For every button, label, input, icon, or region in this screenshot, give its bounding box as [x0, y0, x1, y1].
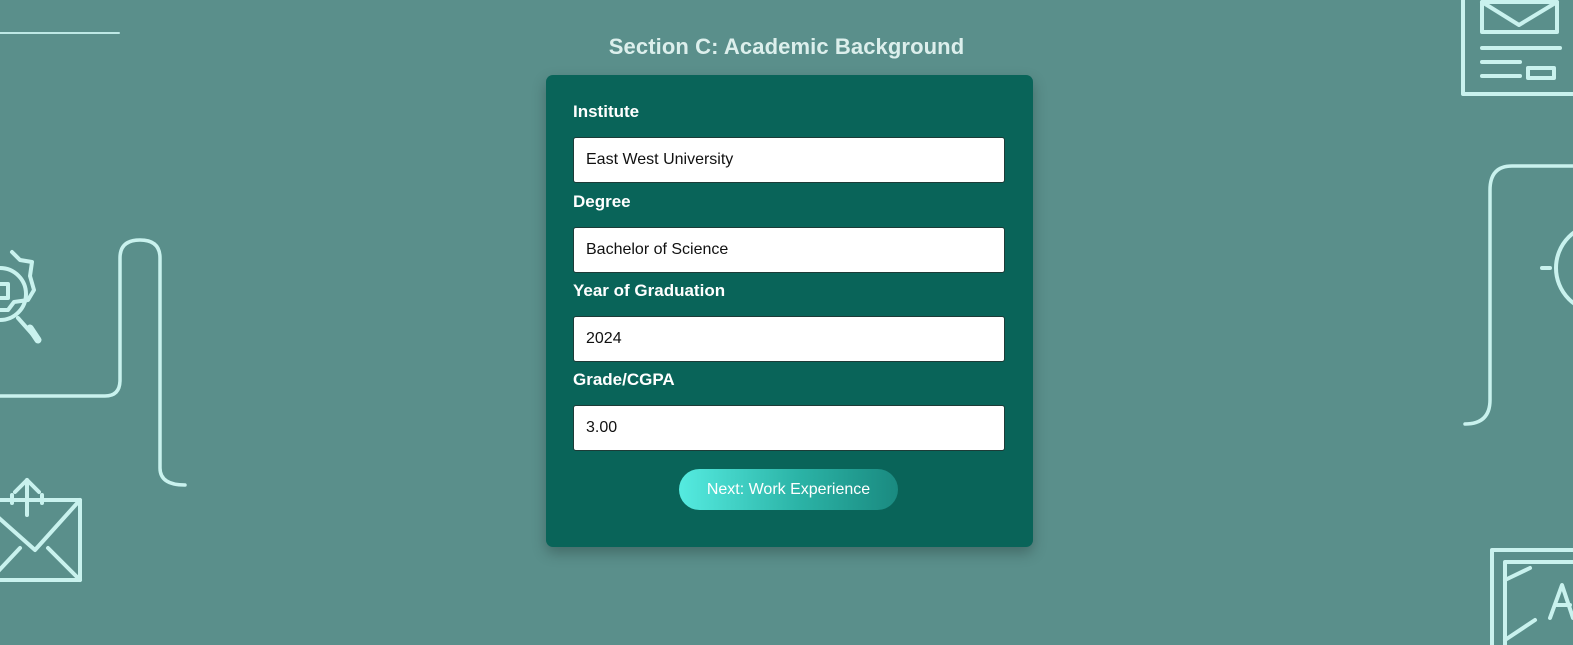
academic-background-form: Institute Degree Year of Graduation Grad… [546, 75, 1033, 547]
grade-cgpa-input[interactable] [573, 405, 1005, 451]
degree-input[interactable] [573, 227, 1005, 273]
page: Section C: Academic Background Institute… [0, 0, 1573, 645]
decorative-circuit-line [0, 238, 187, 487]
grade-cgpa-label: Grade/CGPA [573, 370, 675, 389]
decorative-circuit-line-right [1463, 164, 1573, 426]
mail-upload-icon [0, 478, 82, 582]
graduation-year-input[interactable] [573, 316, 1005, 362]
presentation-board-icon [1490, 548, 1573, 645]
institute-input[interactable] [573, 137, 1005, 183]
gear-search-icon [0, 250, 42, 344]
graduation-year-label: Year of Graduation [573, 281, 726, 300]
clock-icon [1540, 230, 1573, 306]
institute-label: Institute [573, 102, 640, 121]
section-title: Section C: Academic Background [608, 34, 965, 59]
next-work-experience-button[interactable]: Next: Work Experience [679, 469, 898, 510]
degree-label: Degree [573, 192, 631, 211]
